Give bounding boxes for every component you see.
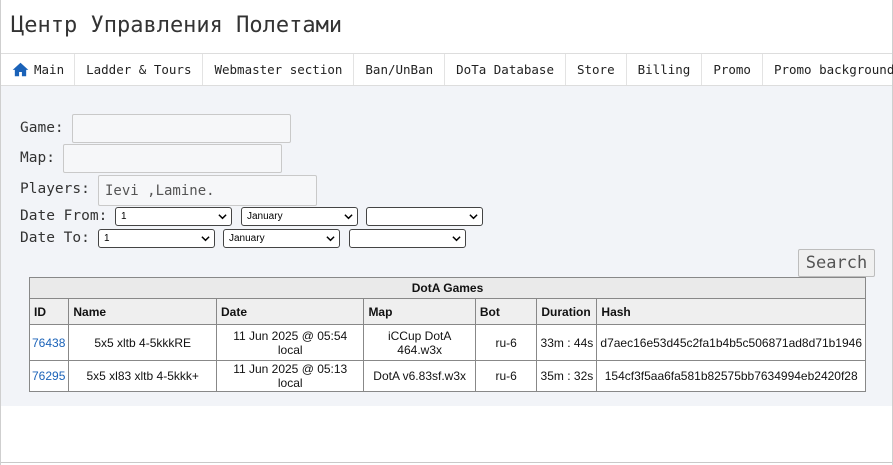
game-bot-cell: ru-6 [474, 360, 538, 392]
chevron-down-icon [344, 214, 353, 220]
date-from-month-select[interactable]: January [241, 207, 358, 226]
chevron-down-icon [452, 236, 461, 242]
map-input[interactable] [63, 144, 282, 173]
players-label: Players: [20, 181, 90, 197]
nav-item-promo-background[interactable]: Promo background [763, 54, 893, 85]
game-input[interactable] [72, 114, 291, 143]
players-input[interactable] [98, 175, 317, 206]
date-from-month-value: January [247, 211, 283, 222]
nav-item-main[interactable]: Main [1, 54, 76, 85]
page-title: Центр Управления Полетами [11, 13, 343, 38]
game-hash-cell: d7aec16e53d45c2fa1b4b5c506871ad8d71b1946 [596, 324, 866, 361]
date-to-year-select[interactable] [349, 229, 466, 248]
chevron-down-icon [326, 236, 335, 242]
top-nav: Main Ladder & Tours Webmaster section Ba… [1, 53, 893, 86]
column-header-hash: Hash [596, 298, 866, 325]
game-date-cell: 11 Jun 2025 @ 05:54 local [215, 324, 365, 361]
date-from-day-select[interactable]: 1 [115, 207, 232, 226]
table-row: 76295 5x5 xl83 xltb 4-5kkk+ 11 Jun 2025 … [28, 360, 866, 392]
game-bot-cell: ru-6 [474, 324, 538, 361]
column-header-duration: Duration [536, 298, 598, 325]
date-from-year-select[interactable] [366, 207, 483, 226]
column-header-map: Map [363, 298, 476, 325]
date-to-month-value: January [229, 233, 265, 244]
nav-item-ban-unban[interactable]: Ban/UnBan [354, 54, 446, 85]
date-from-day-value: 1 [121, 211, 127, 222]
game-hash-cell: 154cf3f5aa6fa581b82575bb7634994eb2420f28 [596, 360, 866, 392]
date-to-month-select[interactable]: January [223, 229, 340, 248]
games-table: DotA Games ID Name Date Map Bot Duration… [28, 277, 866, 392]
chevron-down-icon [218, 214, 227, 220]
nav-item-dota-database[interactable]: DoTa Database [445, 54, 566, 85]
game-duration-cell: 35m : 32s [536, 360, 598, 392]
nav-item-billing[interactable]: Billing [627, 54, 703, 85]
chevron-down-icon [469, 214, 478, 220]
search-panel: Game: Map: Players: Date From: 1 January… [1, 86, 892, 406]
column-header-bot: Bot [474, 298, 538, 325]
game-id-link[interactable]: 76438 [32, 336, 65, 350]
game-duration-cell: 33m : 44s [536, 324, 598, 361]
column-header-name: Name [68, 298, 217, 325]
game-id-link[interactable]: 76295 [32, 369, 65, 383]
game-name-cell: 5x5 xl83 xltb 4-5kkk+ [68, 360, 217, 392]
column-header-date: Date [215, 298, 365, 325]
nav-item-ladder-tours[interactable]: Ladder & Tours [75, 54, 204, 85]
date-to-label: Date To: [20, 230, 90, 246]
table-caption: DotA Games [29, 277, 866, 299]
game-id-cell: 76295 [28, 360, 70, 392]
date-to-day-select[interactable]: 1 [98, 229, 215, 248]
nav-item-webmaster-section[interactable]: Webmaster section [203, 54, 355, 85]
table-header-row: ID Name Date Map Bot Duration Hash [28, 298, 866, 325]
date-to-day-value: 1 [104, 233, 110, 244]
column-header-id: ID [28, 298, 70, 325]
nav-item-store[interactable]: Store [566, 54, 627, 85]
game-map-cell: iCCup DotA 464.w3x [363, 324, 476, 361]
game-id-cell: 76438 [28, 324, 70, 361]
home-icon [12, 62, 29, 77]
chevron-down-icon [201, 236, 210, 242]
search-button[interactable]: Search [798, 249, 875, 277]
table-row: 76438 5x5 xltb 4-5kkkRE 11 Jun 2025 @ 05… [28, 324, 866, 361]
game-label: Game: [20, 120, 64, 136]
page-header: Центр Управления Полетами [1, 0, 892, 53]
game-map-cell: DotA v6.83sf.w3x [363, 360, 476, 392]
date-from-label: Date From: [20, 208, 108, 224]
nav-item-label: Main [34, 62, 65, 77]
page-bottom-divider [1, 462, 892, 463]
game-date-cell: 11 Jun 2025 @ 05:13 local [215, 360, 365, 392]
map-label: Map: [20, 150, 55, 166]
nav-item-promo[interactable]: Promo [702, 54, 763, 85]
game-name-cell: 5x5 xltb 4-5kkkRE [68, 324, 217, 361]
